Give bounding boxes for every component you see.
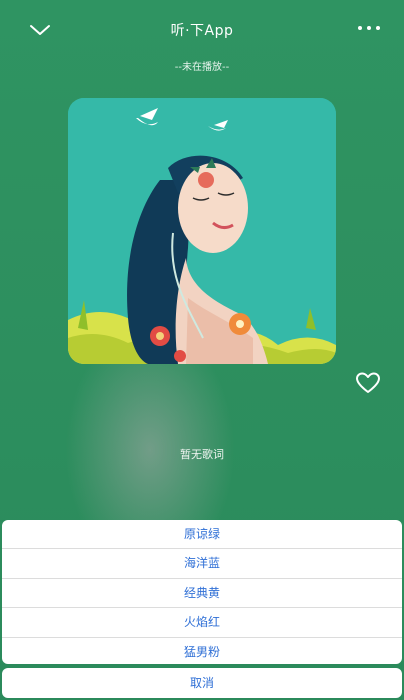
theme-option-red[interactable]: 火焰红 xyxy=(2,608,402,638)
top-bar: 听·下App xyxy=(0,0,404,60)
album-cover xyxy=(68,98,336,364)
theme-action-sheet: 原谅绿 海洋蓝 经典黄 火焰红 猛男粉 xyxy=(2,520,402,664)
album-cover-art xyxy=(68,98,336,364)
theme-option-blue[interactable]: 海洋蓝 xyxy=(2,549,402,579)
heart-icon[interactable] xyxy=(356,372,380,394)
more-icon[interactable] xyxy=(356,16,382,40)
cancel-button[interactable]: 取消 xyxy=(2,668,402,698)
lyrics-placeholder: 暂无歌词 xyxy=(180,448,224,461)
page-title: 听·下App xyxy=(170,23,234,39)
theme-option-yellow[interactable]: 经典黄 xyxy=(2,579,402,609)
theme-option-green[interactable]: 原谅绿 xyxy=(2,520,402,550)
theme-option-pink[interactable]: 猛男粉 xyxy=(2,638,402,664)
play-status: --未在播放-- xyxy=(174,62,230,73)
